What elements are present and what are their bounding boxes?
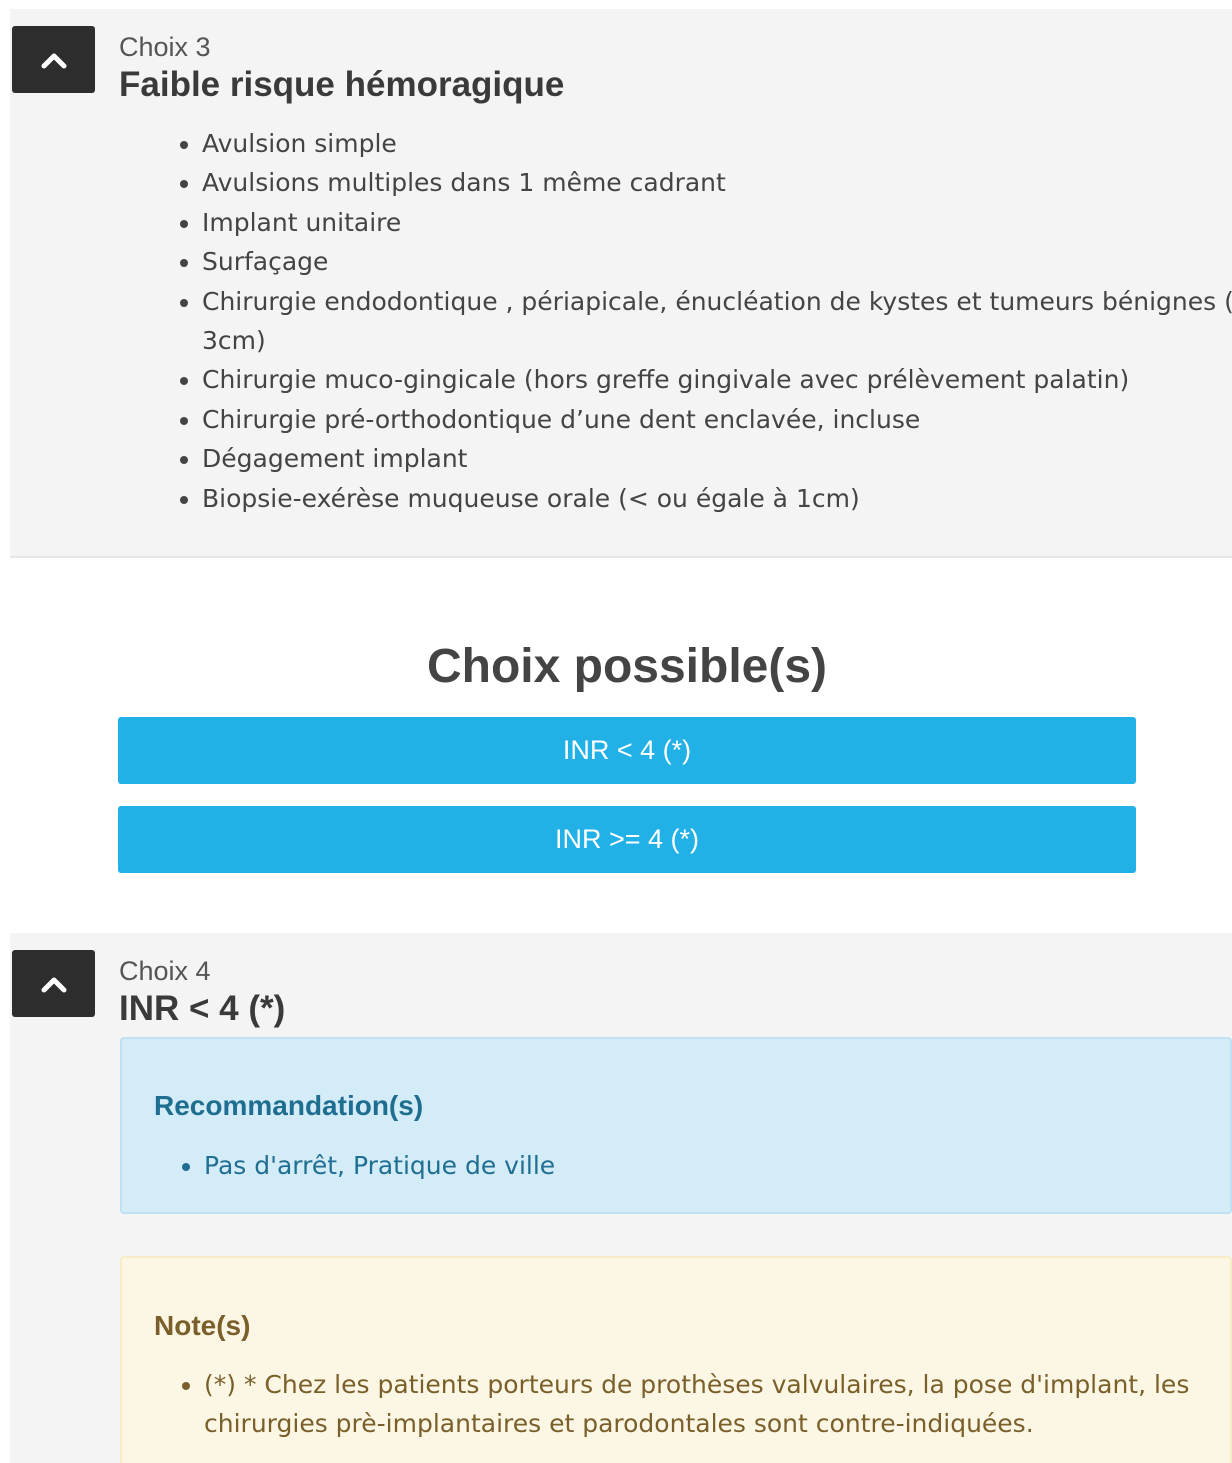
list-item: Implant unitaire [202, 203, 1232, 242]
procedure-list: Avulsion simple Avulsions multiples dans… [166, 124, 1232, 518]
page: Choix 3 Faible risque hémoragique Avulsi… [0, 0, 1232, 1463]
notes-list: (*) * Chez les patients porteurs de prot… [172, 1365, 1232, 1444]
choice-inr-gte-4-button[interactable]: INR >= 4 (*) [118, 806, 1136, 873]
notes-box: Note(s) (*) * Chez les patients porteurs… [120, 1256, 1232, 1463]
collapse-choice-4-button[interactable] [12, 950, 95, 1017]
choice-title: Faible risque hémoragique [119, 65, 565, 104]
choice-4-panel: Choix 4 INR < 4 (*) Recommandation(s) Pa… [10, 933, 1232, 1463]
recommendations-title: Recommandation(s) [154, 1090, 424, 1121]
list-item: Surfaçage [202, 242, 1232, 281]
possible-choices-heading: Choix possible(s) [426, 640, 828, 693]
list-item: Pas d'arrêt, Pratique de ville [204, 1146, 1232, 1185]
recommendations-list: Pas d'arrêt, Pratique de ville [172, 1146, 1232, 1185]
notes-title: Note(s) [154, 1310, 251, 1341]
list-item: Chirurgie endodontique , périapicale, én… [202, 282, 1232, 361]
list-item: Biopsie-exérèse muqueuse orale (< ou éga… [202, 479, 1232, 518]
choice-3-panel: Choix 3 Faible risque hémoragique Avulsi… [10, 9, 1232, 558]
recommendations-box: Recommandation(s) Pas d'arrêt, Pratique … [120, 1037, 1232, 1214]
list-item: Dégagement implant [202, 439, 1232, 478]
collapse-choice-3-button[interactable] [12, 26, 95, 93]
choice-inr-lt-4-button[interactable]: INR < 4 (*) [118, 717, 1136, 784]
choice-number-label: Choix 4 [119, 956, 211, 986]
list-item: Chirurgie pré-orthodontique d’une dent e… [202, 400, 1232, 439]
list-item: Chirurgie muco-gingicale (hors greffe gi… [202, 360, 1232, 399]
chevron-up-icon [41, 53, 66, 68]
list-item: Avulsions multiples dans 1 même cadrant [202, 163, 1232, 202]
chevron-up-icon [41, 977, 66, 992]
list-item: (*) * Chez les patients porteurs de prot… [204, 1365, 1232, 1444]
choice-title: INR < 4 (*) [119, 989, 286, 1028]
choice-number-label: Choix 3 [119, 32, 211, 62]
list-item: Avulsion simple [202, 124, 1232, 163]
